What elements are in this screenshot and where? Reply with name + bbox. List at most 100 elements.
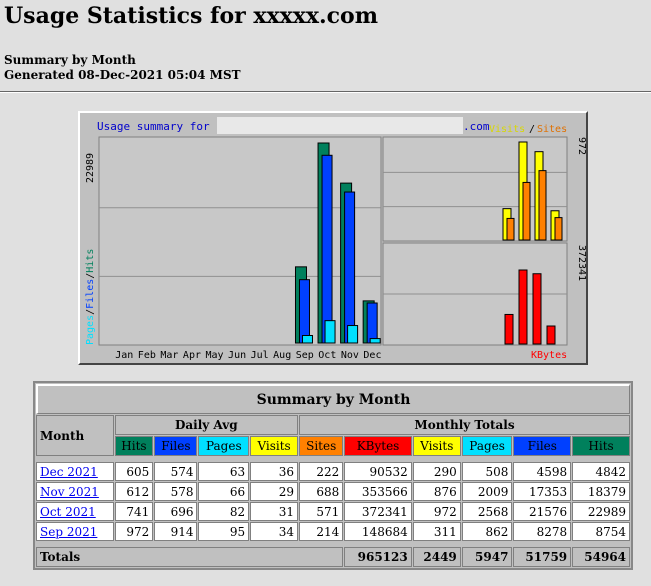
hits-cell: 8754 — [572, 522, 630, 541]
daily-files-cell: 696 — [154, 502, 198, 521]
total-sites-header: Sites — [299, 436, 344, 456]
files-cell: 4598 — [513, 462, 572, 481]
daily-pages-header: Pages — [198, 436, 250, 456]
bar-pages-dec — [369, 338, 381, 344]
bar-kbytes-dec — [546, 325, 556, 345]
files-cell: 17353 — [513, 482, 572, 501]
daily-files-cell: 574 — [154, 462, 198, 481]
daily-pages-cell: 95 — [198, 522, 250, 541]
table-row: Nov 2021 612 578 66 29 688 353566 876 20… — [36, 482, 630, 501]
daily-hits-cell: 605 — [114, 462, 154, 481]
month-label-oct: Oct — [318, 350, 336, 361]
bar-files-dec — [366, 302, 378, 344]
month-cell: Dec 2021 — [36, 462, 114, 481]
bar-sites-sep — [506, 217, 515, 241]
visits-cell: 311 — [412, 522, 461, 541]
month-label-may: May — [205, 350, 223, 361]
daily-files-header: Files — [154, 436, 198, 456]
hits-cell: 18379 — [572, 482, 630, 501]
month-label-nov: Nov — [341, 350, 359, 361]
bar-kbytes-sep — [504, 313, 514, 345]
bar-pages-oct — [324, 320, 336, 344]
bar-files-nov — [344, 191, 356, 344]
bar-files-oct — [321, 154, 333, 344]
daily-visits-cell: 29 — [250, 482, 299, 501]
month-link-sep-2021[interactable]: Sep 2021 — [40, 525, 97, 539]
daily-hits-cell: 972 — [114, 522, 154, 541]
month-label-apr: Apr — [183, 350, 201, 361]
summary-table: Summary by Month Month Daily Avg Monthly… — [33, 381, 633, 570]
files-cell: 21576 — [513, 502, 572, 521]
bar-kbytes-nov — [532, 273, 542, 345]
month-cell: Oct 2021 — [36, 502, 114, 521]
daily-hits-cell: 612 — [114, 482, 154, 501]
month-link-oct-2021[interactable]: Oct 2021 — [40, 505, 96, 519]
usage-chart-svg: Usage summary for .com Visits / Sites 22989 Pa… — [85, 117, 586, 361]
daily-hits-header: Hits — [114, 436, 154, 456]
kbytes-cell: 372341 — [344, 502, 412, 521]
daily-hits-cell: 741 — [114, 502, 154, 521]
bar-sites-dec — [554, 217, 563, 241]
totals-visits: 2449 — [412, 547, 461, 567]
daily-files-cell: 914 — [154, 522, 198, 541]
month-label-mar: Mar — [160, 350, 178, 361]
kbytes-cell: 353566 — [344, 482, 412, 501]
bar-pages-sep — [301, 335, 313, 344]
visits-cell: 290 — [412, 462, 461, 481]
totals-label: Totals — [36, 547, 344, 567]
month-link-dec-2021[interactable]: Dec 2021 — [40, 465, 98, 479]
month-label-sep: Sep — [296, 350, 314, 361]
bar-sites-oct — [522, 181, 531, 241]
month-cell: Sep 2021 — [36, 522, 114, 541]
sites-cell: 222 — [299, 462, 344, 481]
chart-title-domain: .com — [463, 120, 490, 133]
header-divider — [0, 91, 651, 93]
table-row: Dec 2021 605 574 63 36 222 90532 290 508… — [36, 462, 630, 481]
chart-title: Usage summary for — [97, 120, 210, 133]
bar-sites-nov — [538, 170, 547, 241]
month-cell: Nov 2021 — [36, 482, 114, 501]
daily-visits-cell: 31 — [250, 502, 299, 521]
totals-pages: 5947 — [461, 547, 513, 567]
table-row: Oct 2021 741 696 82 31 571 372341 972 25… — [36, 502, 630, 521]
table-caption: Summary by Month — [36, 384, 630, 414]
hits-panel — [98, 136, 382, 346]
daily-pages-cell: 63 — [198, 462, 250, 481]
visits-cell: 876 — [412, 482, 461, 501]
month-link-nov-2021[interactable]: Nov 2021 — [40, 485, 99, 499]
sites-cell: 688 — [299, 482, 344, 501]
month-column-header: Month — [36, 415, 114, 456]
month-label-feb: Feb — [138, 350, 156, 361]
chart-title-redaction — [217, 117, 463, 134]
page-title: Usage Statistics for xxxxx.com — [4, 3, 379, 29]
pages-cell: 2009 — [461, 482, 513, 501]
hits-cell: 22989 — [572, 502, 630, 521]
hits-cell: 4842 — [572, 462, 630, 481]
total-pages-header: Pages — [461, 436, 513, 456]
bar-pages-nov — [347, 325, 359, 344]
pages-cell: 2568 — [461, 502, 513, 521]
legend-sites: Sites — [537, 124, 567, 135]
legend-visits: Visits — [489, 124, 525, 135]
table-row: Sep 2021 972 914 95 34 214 148684 311 86… — [36, 522, 630, 541]
total-kbytes-header: KBytes — [344, 436, 412, 456]
daily-pages-cell: 82 — [198, 502, 250, 521]
kbytes-cell: 90532 — [344, 462, 412, 481]
left-axis-legend: Pages/Files/Hits — [85, 249, 96, 345]
sites-cell: 571 — [299, 502, 344, 521]
daily-files-cell: 578 — [154, 482, 198, 501]
left-axis-max-label: 22989 — [85, 153, 96, 183]
bar-files-sep — [298, 279, 310, 344]
totals-files: 51759 — [513, 547, 572, 567]
total-files-header: Files — [513, 436, 572, 456]
left-axis-legend-part: Pages — [85, 315, 96, 345]
visits-cell: 972 — [412, 502, 461, 521]
left-axis-legend-part: Hits — [85, 249, 96, 273]
generated-timestamp: Generated 08-Dec-2021 05:04 MST — [4, 68, 241, 82]
total-hits-header: Hits — [572, 436, 630, 456]
totals-hits: 54964 — [572, 547, 630, 567]
daily-visits-cell: 36 — [250, 462, 299, 481]
monthly-totals-header: Monthly Totals — [299, 415, 630, 435]
pages-cell: 862 — [461, 522, 513, 541]
right-top-max-label: 972 — [576, 137, 586, 155]
